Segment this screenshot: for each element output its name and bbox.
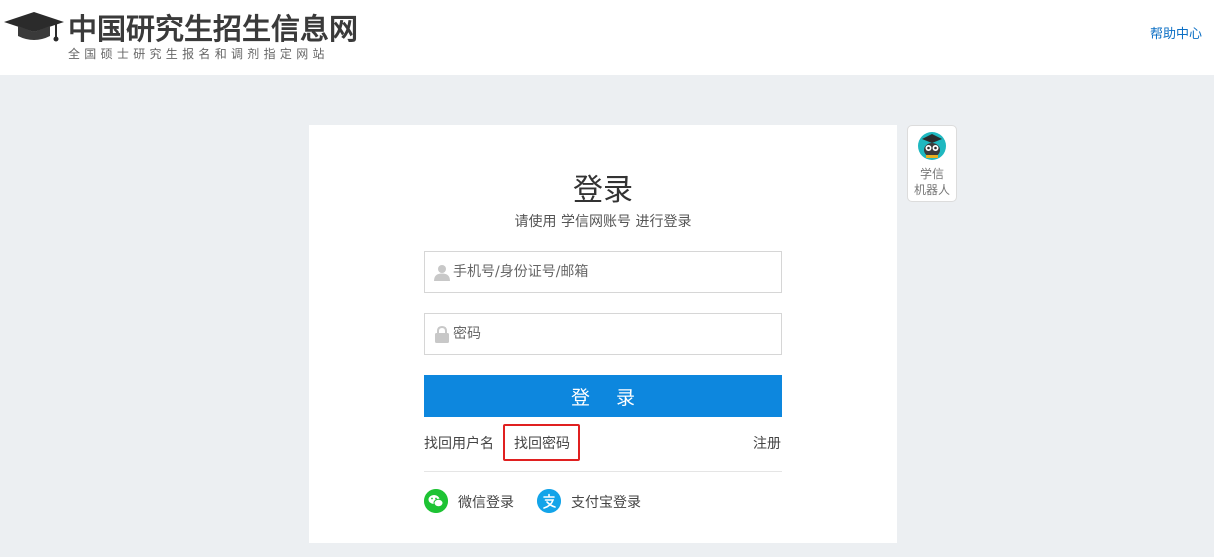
login-title: 登录: [573, 173, 633, 208]
alipay-login-label: 支付宝登录: [571, 495, 641, 511]
robot-label: 学信 机器人: [908, 166, 956, 198]
login-button[interactable]: 登 录: [424, 375, 782, 417]
wechat-login-label: 微信登录: [458, 495, 514, 511]
site-header: 中国研究生招生信息网 全国硕士研究生报名和调剂指定网站 帮助中心: [0, 0, 1214, 75]
wechat-icon: [424, 489, 448, 513]
user-icon: [434, 265, 450, 281]
site-logo[interactable]: 中国研究生招生信息网 全国硕士研究生报名和调剂指定网站: [4, 4, 374, 64]
xuexin-robot-widget[interactable]: 学信 机器人: [907, 125, 957, 202]
find-password-link[interactable]: 找回密码: [503, 424, 580, 461]
password-field[interactable]: [424, 313, 782, 355]
login-subtitle: 请使用 学信网账号 进行登录: [514, 214, 692, 230]
register-link[interactable]: 注册: [753, 433, 781, 453]
robot-owl-icon: [918, 132, 946, 160]
graduation-cap-icon: [4, 12, 64, 42]
divider: [424, 471, 782, 472]
help-center-link[interactable]: 帮助中心: [1150, 23, 1202, 42]
site-subtitle: 全国硕士研究生报名和调剂指定网站: [68, 47, 329, 61]
robot-label-line2: 机器人: [913, 183, 950, 197]
login-card: 登录 请使用 学信网账号 进行登录 登 录 找回用户名 找回密码 注册 微信登录: [309, 125, 897, 543]
site-title: 中国研究生招生信息网: [68, 12, 359, 46]
username-field[interactable]: [424, 251, 782, 293]
robot-label-line1: 学信: [919, 167, 944, 181]
alipay-icon: [537, 489, 561, 513]
find-username-link[interactable]: 找回用户名: [424, 433, 494, 453]
lock-icon: [435, 326, 449, 343]
username-input[interactable]: [453, 252, 778, 292]
password-input[interactable]: [453, 314, 778, 354]
